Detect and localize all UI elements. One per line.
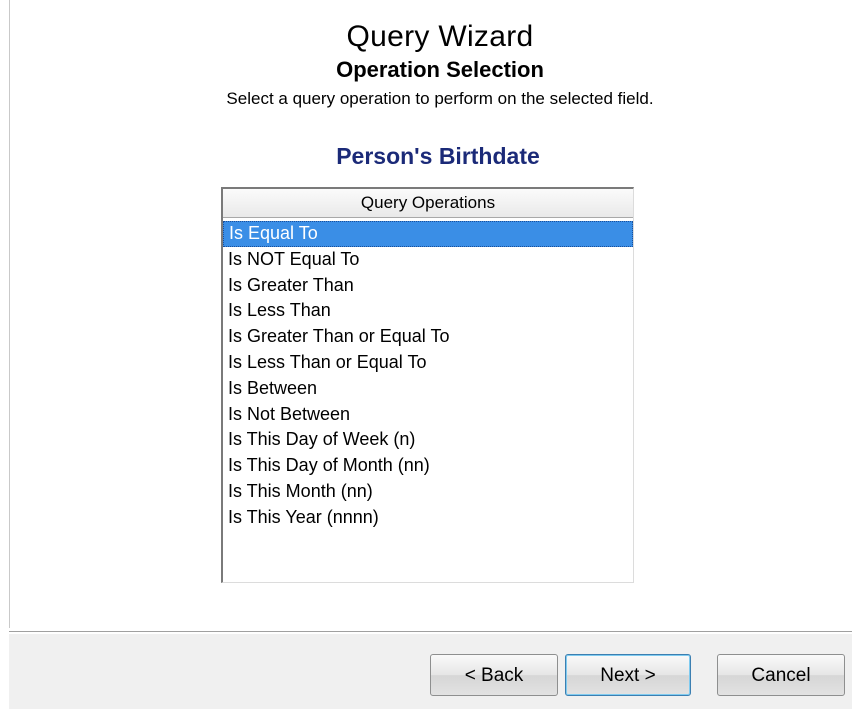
list-item[interactable]: Is Equal To <box>223 221 633 247</box>
list-item[interactable]: Is Less Than <box>223 298 633 324</box>
list-item[interactable]: Is This Month (nn) <box>223 479 633 505</box>
wizard-header: Query Wizard Operation Selection Select … <box>0 20 852 110</box>
next-button[interactable]: Next > <box>565 654 691 696</box>
wizard-subtitle: Operation Selection <box>336 57 544 82</box>
wizard-title: Query Wizard <box>346 20 534 53</box>
list-item[interactable]: Is Greater Than or Equal To <box>223 324 633 350</box>
list-item[interactable]: Is Between <box>223 376 633 402</box>
query-operations-listbox[interactable]: Query Operations Is Equal To Is NOT Equa… <box>221 187 634 583</box>
list-item[interactable]: Is Less Than or Equal To <box>223 350 633 376</box>
selected-field-name: Person's Birthdate <box>336 143 540 169</box>
list-item[interactable]: Is This Year (nnnn) <box>223 505 633 531</box>
back-button[interactable]: < Back <box>430 654 558 696</box>
button-bar: < Back Next > Cancel <box>9 634 852 709</box>
list-item[interactable]: Is This Day of Month (nn) <box>223 453 633 479</box>
list-item[interactable]: Is This Day of Week (n) <box>223 427 633 453</box>
wizard-description: Select a query operation to perform on t… <box>226 89 654 108</box>
list-column-header[interactable]: Query Operations <box>223 189 633 218</box>
list-item[interactable]: Is Not Between <box>223 402 633 428</box>
list-items: Is Equal To Is NOT Equal To Is Greater T… <box>223 218 633 531</box>
cancel-button[interactable]: Cancel <box>717 654 845 696</box>
list-item[interactable]: Is NOT Equal To <box>223 247 633 273</box>
list-item[interactable]: Is Greater Than <box>223 273 633 299</box>
